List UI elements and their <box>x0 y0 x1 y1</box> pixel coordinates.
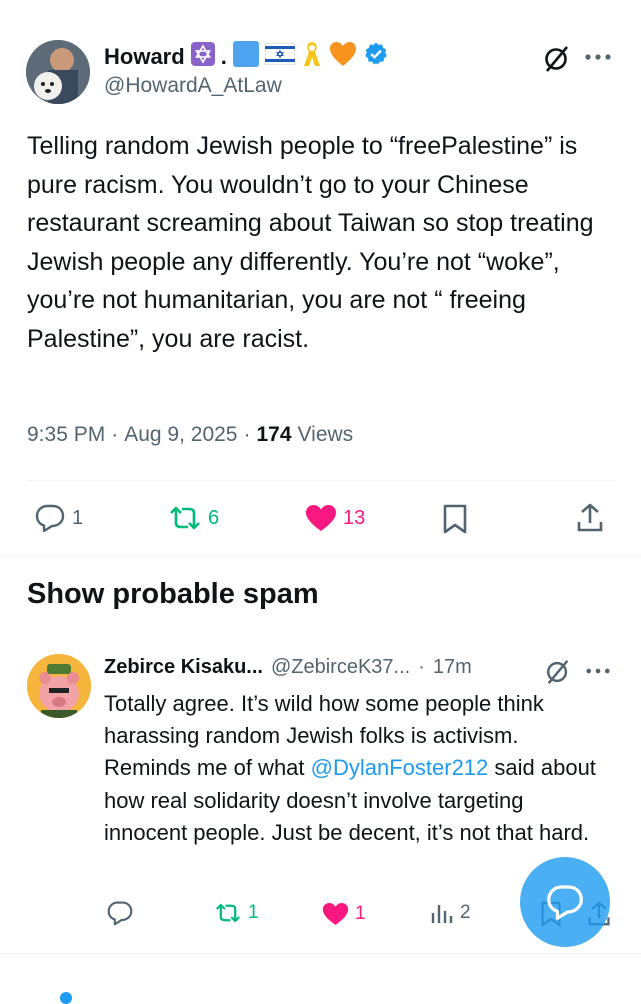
show-probable-spam-button[interactable]: Show probable spam <box>27 578 319 611</box>
reply-text: Totally agree. It’s wild how some people… <box>104 688 609 849</box>
reply-views-count: 2 <box>460 902 471 923</box>
like-button[interactable]: 13 <box>305 504 365 532</box>
repost-button[interactable]: 6 <box>168 503 219 533</box>
more-options-icon[interactable] <box>584 52 612 62</box>
reply-views-button[interactable]: 2 <box>430 901 471 925</box>
verified-badge-icon <box>363 41 389 72</box>
reply-like-count: 1 <box>355 903 366 924</box>
compose-reply-icon <box>545 883 585 921</box>
repost-count: 6 <box>208 506 220 529</box>
author-handle[interactable]: @HowardA_AtLaw <box>104 74 282 98</box>
tweet-text: Telling random Jewish people to “freePal… <box>27 132 594 353</box>
yellow-ribbon-icon <box>301 40 323 73</box>
mention-link[interactable]: @DylanFoster212 <box>311 755 489 780</box>
share-icon[interactable] <box>576 502 604 534</box>
liked-heart-icon <box>305 504 337 532</box>
star-of-david-icon <box>190 42 215 71</box>
reply-grok-icon[interactable] <box>544 658 572 686</box>
tweet-date[interactable]: Aug 9, 2025 <box>124 423 237 447</box>
reply-button[interactable]: 1 <box>34 503 83 533</box>
like-count: 13 <box>343 506 366 529</box>
repost-icon <box>168 503 202 533</box>
views-count: 174 <box>256 423 292 446</box>
reply-liked-heart-icon <box>322 902 349 926</box>
tweet-time[interactable]: 9:35 PM <box>27 423 105 447</box>
bookmark-icon[interactable] <box>442 503 468 535</box>
author-avatar[interactable] <box>26 40 90 104</box>
reply-repost-icon <box>214 901 242 925</box>
israel-flag-icon <box>264 42 296 70</box>
orange-heart-icon <box>329 41 357 72</box>
grok-icon[interactable] <box>542 44 572 74</box>
reply-author-name[interactable]: Zebirce Kisaku... <box>104 656 263 679</box>
reply-author-handle[interactable]: @ZebirceK37... <box>271 656 410 679</box>
views-chart-icon <box>430 901 454 925</box>
views-label: Views <box>297 423 354 446</box>
reply-repost-count: 1 <box>248 902 259 923</box>
reply-like-button[interactable]: 1 <box>322 902 366 926</box>
reply-time-ago[interactable]: 17m <box>433 656 472 679</box>
reply-icon <box>34 503 66 533</box>
author-name[interactable]: Howard <box>104 44 185 70</box>
next-item-avatar-edge <box>60 992 72 1004</box>
reply-repost-button[interactable]: 1 <box>214 901 259 925</box>
blue-square-icon <box>232 41 259 72</box>
compose-reply-fab[interactable] <box>520 857 610 947</box>
reply-more-options-icon[interactable] <box>585 666 611 676</box>
reply-reply-icon[interactable] <box>106 900 134 926</box>
reply-count: 1 <box>72 506 84 529</box>
reply-author-avatar[interactable] <box>27 654 91 718</box>
